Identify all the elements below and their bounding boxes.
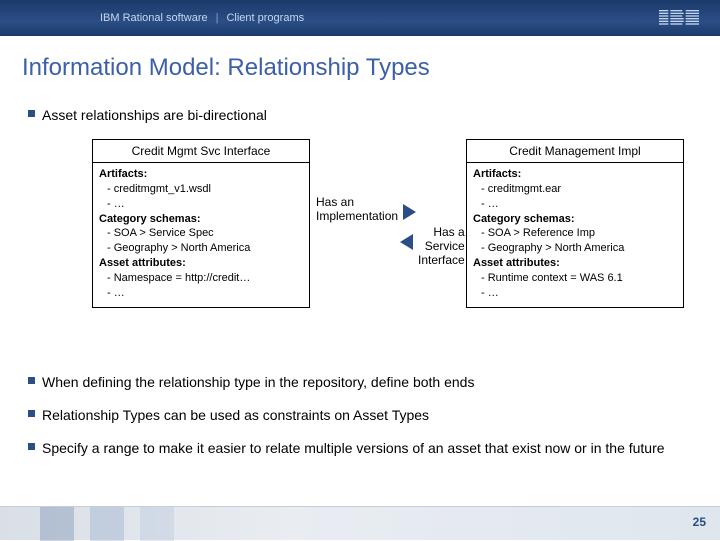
rel-forward-line1: Has an [316, 195, 398, 209]
header-section: Client programs [226, 12, 304, 24]
asset-b-artifacts-header: Artifacts: [473, 167, 677, 182]
asset-a-category-1: - SOA > Service Spec [99, 226, 303, 241]
page-title: Information Model: Relationship Types [0, 36, 720, 92]
header-brand: IBM Rational software [100, 12, 208, 24]
footer-bar: 25 [0, 506, 720, 540]
asset-a-artifact-2: - … [99, 197, 303, 212]
asset-box-b: Credit Management Impl Artifacts: - cred… [466, 139, 684, 308]
bullet-2: Relationship Types can be used as constr… [28, 406, 692, 425]
asset-a-title: Credit Mgmt Svc Interface [93, 140, 309, 163]
asset-b-attr-2: - … [473, 286, 677, 301]
asset-a-attr-1: - Namespace = http://credit… [99, 271, 303, 286]
bullet-3: Specify a range to make it easier to rel… [28, 439, 692, 458]
rel-back-line2: Service [418, 239, 465, 253]
bullet-1: When defining the relationship type in t… [28, 373, 692, 392]
relationship-diagram: Credit Mgmt Svc Interface Artifacts: - c… [0, 139, 720, 359]
header-separator: | [216, 12, 219, 24]
asset-b-artifact-1: - creditmgmt.ear [473, 182, 677, 197]
asset-a-attr-header: Asset attributes: [99, 256, 303, 271]
relationship-label-forward: Has an Implementation [316, 195, 398, 223]
asset-b-category-header: Category schemas: [473, 212, 677, 227]
asset-a-artifacts-header: Artifacts: [99, 167, 303, 182]
asset-box-a: Credit Mgmt Svc Interface Artifacts: - c… [92, 139, 310, 308]
page-number: 25 [693, 515, 706, 529]
arrow-right-icon [404, 205, 416, 219]
asset-a-category-2: - Geography > North America [99, 241, 303, 256]
asset-b-artifact-2: - … [473, 197, 677, 212]
asset-a-artifact-1: - creditmgmt_v1.wsdl [99, 182, 303, 197]
ibm-logo-icon [658, 10, 700, 26]
asset-a-attr-2: - … [99, 286, 303, 301]
asset-b-attr-1: - Runtime context = WAS 6.1 [473, 271, 677, 286]
relationship-label-back: Has a Service Interface [418, 225, 465, 267]
rel-forward-line2: Implementation [316, 209, 398, 223]
footer-decoration-icon [140, 507, 174, 541]
asset-a-category-header: Category schemas: [99, 212, 303, 227]
rel-back-line1: Has a [418, 225, 465, 239]
footer-decoration-icon [40, 507, 74, 541]
asset-b-category-1: - SOA > Reference Imp [473, 226, 677, 241]
bullet-top: Asset relationships are bi-directional [28, 106, 692, 125]
footer-decoration-icon [90, 507, 124, 541]
header-bar: IBM Rational software | Client programs [0, 0, 720, 36]
asset-b-category-2: - Geography > North America [473, 241, 677, 256]
rel-back-line3: Interface [418, 253, 465, 267]
asset-b-title: Credit Management Impl [467, 140, 683, 163]
asset-b-attr-header: Asset attributes: [473, 256, 677, 271]
arrow-left-icon [400, 235, 412, 249]
